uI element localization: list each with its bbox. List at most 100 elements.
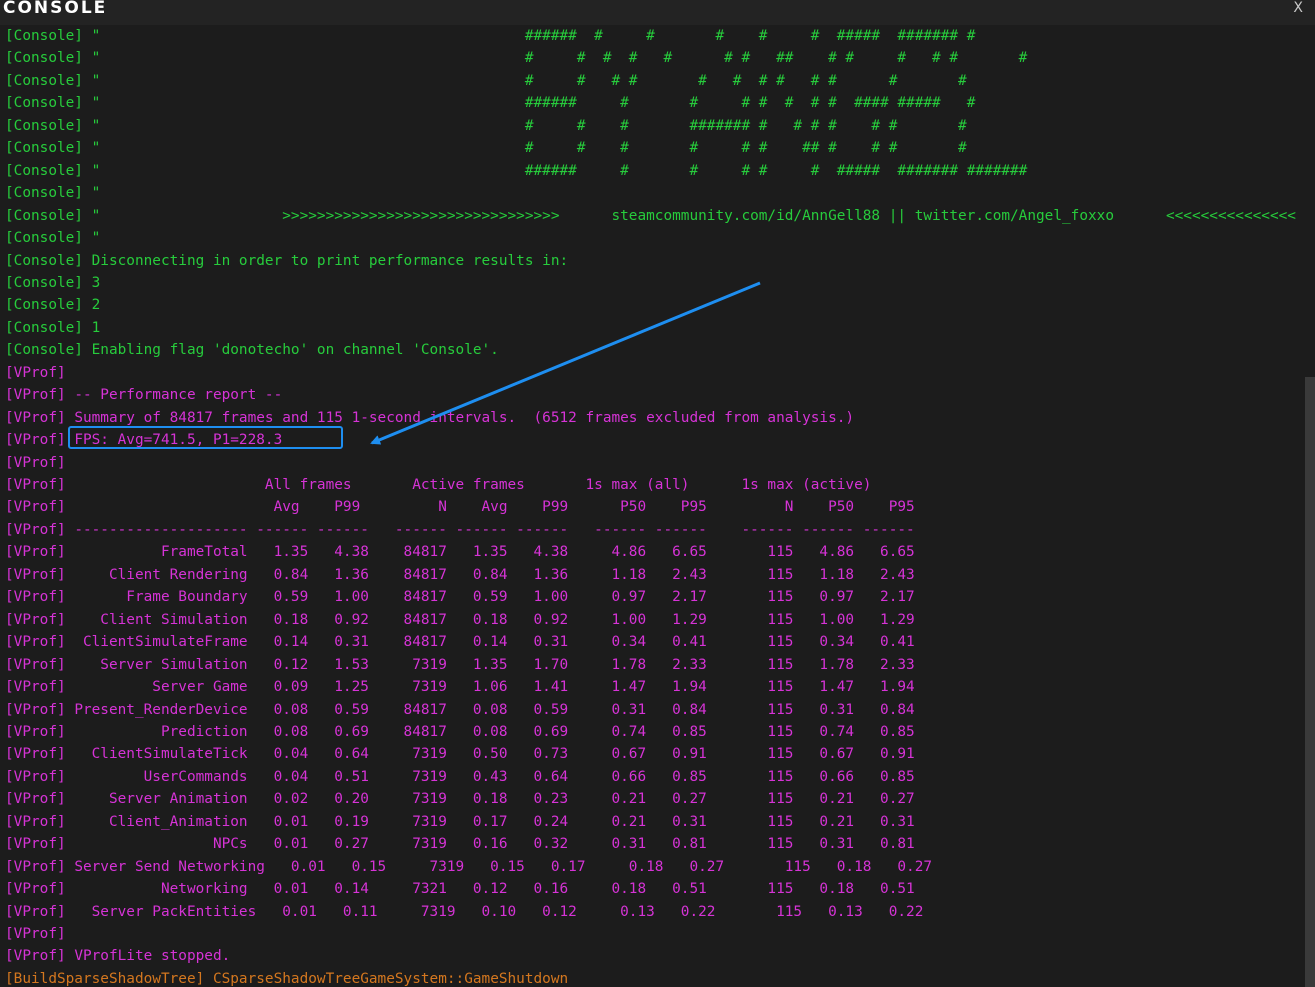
line-prefix: [VProf] bbox=[5, 858, 66, 875]
line-prefix: [VProf] bbox=[5, 903, 66, 920]
console-line: [VProf] bbox=[5, 923, 66, 945]
line-text: " # # # # # # ## # # # # bbox=[82, 140, 967, 157]
console-line: [VProf] Present_RenderDevice 0.08 0.59 8… bbox=[5, 699, 915, 721]
line-text: Client Rendering 0.84 1.36 84817 0.84 1.… bbox=[65, 566, 915, 583]
line-text: Enabling flag 'donotecho' on channel 'Co… bbox=[82, 342, 499, 359]
console-line: [Console] " # # # # # # ## # # # # bbox=[5, 137, 967, 159]
line-prefix: [Console] bbox=[5, 230, 83, 246]
console-output[interactable]: [Console] " ###### # # # # # ##### #####… bbox=[0, 25, 1315, 987]
line-prefix: [VProf] bbox=[5, 768, 66, 785]
line-prefix: [VProf] bbox=[5, 589, 66, 606]
line-prefix: [Console] bbox=[5, 72, 83, 89]
line-prefix: [Console] bbox=[5, 50, 83, 67]
line-prefix: [VProf] bbox=[5, 387, 66, 404]
console-line: [VProf] ClientSimulateFrame 0.14 0.31 84… bbox=[5, 631, 915, 653]
line-text: Summary of 84817 frames and 115 1-second… bbox=[65, 409, 855, 426]
console-line: [VProf] NPCs 0.01 0.27 7319 0.16 0.32 0.… bbox=[5, 833, 915, 855]
line-prefix: [VProf] bbox=[5, 634, 66, 651]
line-prefix: [VProf] bbox=[5, 723, 66, 740]
console-line: [BuildSparseShadowTree] CSparseShadowTre… bbox=[5, 968, 568, 987]
line-prefix: [VProf] bbox=[5, 544, 66, 561]
line-prefix: [VProf] bbox=[5, 566, 66, 583]
line-text: " >>>>>>>>>>>>>>>>>>>>>>>>>>>>>>>> steam… bbox=[82, 207, 1296, 224]
line-prefix: [VProf] bbox=[5, 454, 66, 471]
line-text: Avg P99 N Avg P99 P50 P95 N P50 P95 bbox=[65, 499, 915, 516]
console-line: [Console] " ###### # # # # # ##### #####… bbox=[5, 25, 975, 47]
console-line: [VProf] bbox=[5, 452, 66, 474]
line-prefix: [Console] bbox=[5, 274, 83, 291]
line-prefix: [VProf] bbox=[5, 521, 66, 538]
console-line: [VProf] Server Send Networking 0.01 0.15… bbox=[5, 856, 932, 878]
line-prefix: [VProf] bbox=[5, 836, 66, 853]
console-line: [VProf] Frame Boundary 0.59 1.00 84817 0… bbox=[5, 586, 915, 608]
console-line: [VProf] Server Animation 0.02 0.20 7319 … bbox=[5, 788, 915, 810]
console-line: [VProf] Networking 0.01 0.14 7321 0.12 0… bbox=[5, 878, 915, 900]
line-text: " # # # # # # # # # # # # bbox=[82, 72, 967, 89]
console-line: [Console] 1 bbox=[5, 317, 100, 339]
console-line: [Console] " ###### # # # # # # # #### ##… bbox=[5, 92, 975, 114]
console-line: [VProf] Server Game 0.09 1.25 7319 1.06 … bbox=[5, 676, 915, 698]
console-line: [VProf] -------------------- ------ ----… bbox=[5, 519, 915, 541]
line-text: Client Simulation 0.18 0.92 84817 0.18 0… bbox=[65, 611, 915, 628]
console-line: [VProf] VProfLite stopped. bbox=[5, 945, 230, 967]
line-prefix: [VProf] bbox=[5, 611, 66, 628]
line-prefix: [Console] bbox=[5, 185, 83, 202]
line-text: Frame Boundary 0.59 1.00 84817 0.59 1.00… bbox=[65, 589, 915, 606]
console-line: [VProf] Avg P99 N Avg P99 P50 P95 N P50 … bbox=[5, 496, 915, 518]
console-line: [VProf] Server Simulation 0.12 1.53 7319… bbox=[5, 654, 915, 676]
line-prefix: [VProf] bbox=[5, 881, 66, 898]
line-text: VProfLite stopped. bbox=[65, 948, 231, 965]
console-line: [VProf] Client_Animation 0.01 0.19 7319 … bbox=[5, 811, 915, 833]
console-line: [VProf] bbox=[5, 362, 66, 384]
line-text: 2 bbox=[82, 297, 101, 314]
line-prefix: [VProf] bbox=[5, 926, 66, 942]
line-prefix: [VProf] bbox=[5, 409, 66, 426]
line-text: 1 bbox=[82, 319, 101, 336]
line-prefix: [VProf] bbox=[5, 791, 66, 808]
console-line: [Console] " ###### # # # # # ##### #####… bbox=[5, 160, 1027, 182]
line-prefix: [Console] bbox=[5, 117, 83, 134]
console-line: [Console] 3 bbox=[5, 272, 100, 294]
console-line: [VProf] UserCommands 0.04 0.51 7319 0.43… bbox=[5, 766, 915, 788]
line-prefix: [VProf] bbox=[5, 477, 66, 493]
line-prefix: [VProf] bbox=[5, 364, 66, 381]
scrollbar-track[interactable] bbox=[1305, 377, 1315, 987]
fps-highlight-box bbox=[68, 426, 343, 449]
console-line: [Console] " >>>>>>>>>>>>>>>>>>>>>>>>>>>>… bbox=[5, 205, 1296, 227]
console-line: [Console] " bbox=[5, 227, 100, 249]
line-prefix: [Console] bbox=[5, 252, 83, 269]
console-line: [Console] " # # # # # # # # # # # # bbox=[5, 70, 967, 92]
line-prefix: [VProf] bbox=[5, 679, 66, 695]
line-text: -------------------- ------ ------ -----… bbox=[65, 521, 915, 538]
close-button[interactable]: X bbox=[1293, 0, 1303, 16]
line-prefix: [VProf] bbox=[5, 656, 66, 673]
line-text: Server PackEntities 0.01 0.11 7319 0.10 … bbox=[65, 903, 924, 920]
console-line: [VProf] All frames Active frames 1s max … bbox=[5, 474, 871, 496]
line-text: UserCommands 0.04 0.51 7319 0.43 0.64 0.… bbox=[65, 768, 915, 785]
line-text: Server Game 0.09 1.25 7319 1.06 1.41 1.4… bbox=[65, 679, 915, 695]
line-prefix: [VProf] bbox=[5, 499, 66, 516]
console-line: [Console] " # # # ####### # # # # # # # bbox=[5, 115, 967, 137]
line-text: All frames Active frames 1s max (all) 1s… bbox=[65, 477, 872, 493]
console-line: [VProf] Server PackEntities 0.01 0.11 73… bbox=[5, 901, 923, 923]
line-prefix: [Console] bbox=[5, 95, 83, 112]
line-prefix: [Console] bbox=[5, 207, 83, 224]
line-text: Server Send Networking 0.01 0.15 7319 0.… bbox=[65, 858, 933, 875]
console-line: [VProf] ClientSimulateTick 0.04 0.64 731… bbox=[5, 743, 915, 765]
title-bar[interactable]: CONSOLE X bbox=[0, 0, 1315, 25]
line-prefix: [VProf] bbox=[5, 701, 66, 718]
console-line: [VProf] -- Performance report -- bbox=[5, 384, 282, 406]
line-prefix: [Console] bbox=[5, 162, 83, 179]
console-line: [Console] 2 bbox=[5, 294, 100, 316]
window-title: CONSOLE bbox=[3, 0, 108, 18]
line-text: FrameTotal 1.35 4.38 84817 1.35 4.38 4.8… bbox=[65, 544, 915, 561]
line-prefix: [VProf] bbox=[5, 432, 66, 449]
line-text: Disconnecting in order to print performa… bbox=[82, 252, 569, 269]
console-line: [VProf] Client Rendering 0.84 1.36 84817… bbox=[5, 564, 915, 586]
line-text: NPCs 0.01 0.27 7319 0.16 0.32 0.31 0.81 … bbox=[65, 836, 915, 853]
line-text: ClientSimulateFrame 0.14 0.31 84817 0.14… bbox=[65, 634, 915, 651]
line-prefix: [VProf] bbox=[5, 813, 66, 830]
line-prefix: [Console] bbox=[5, 319, 83, 336]
line-text: " # # # ####### # # # # # # # bbox=[82, 117, 967, 134]
line-text: ClientSimulateTick 0.04 0.64 7319 0.50 0… bbox=[65, 746, 915, 763]
